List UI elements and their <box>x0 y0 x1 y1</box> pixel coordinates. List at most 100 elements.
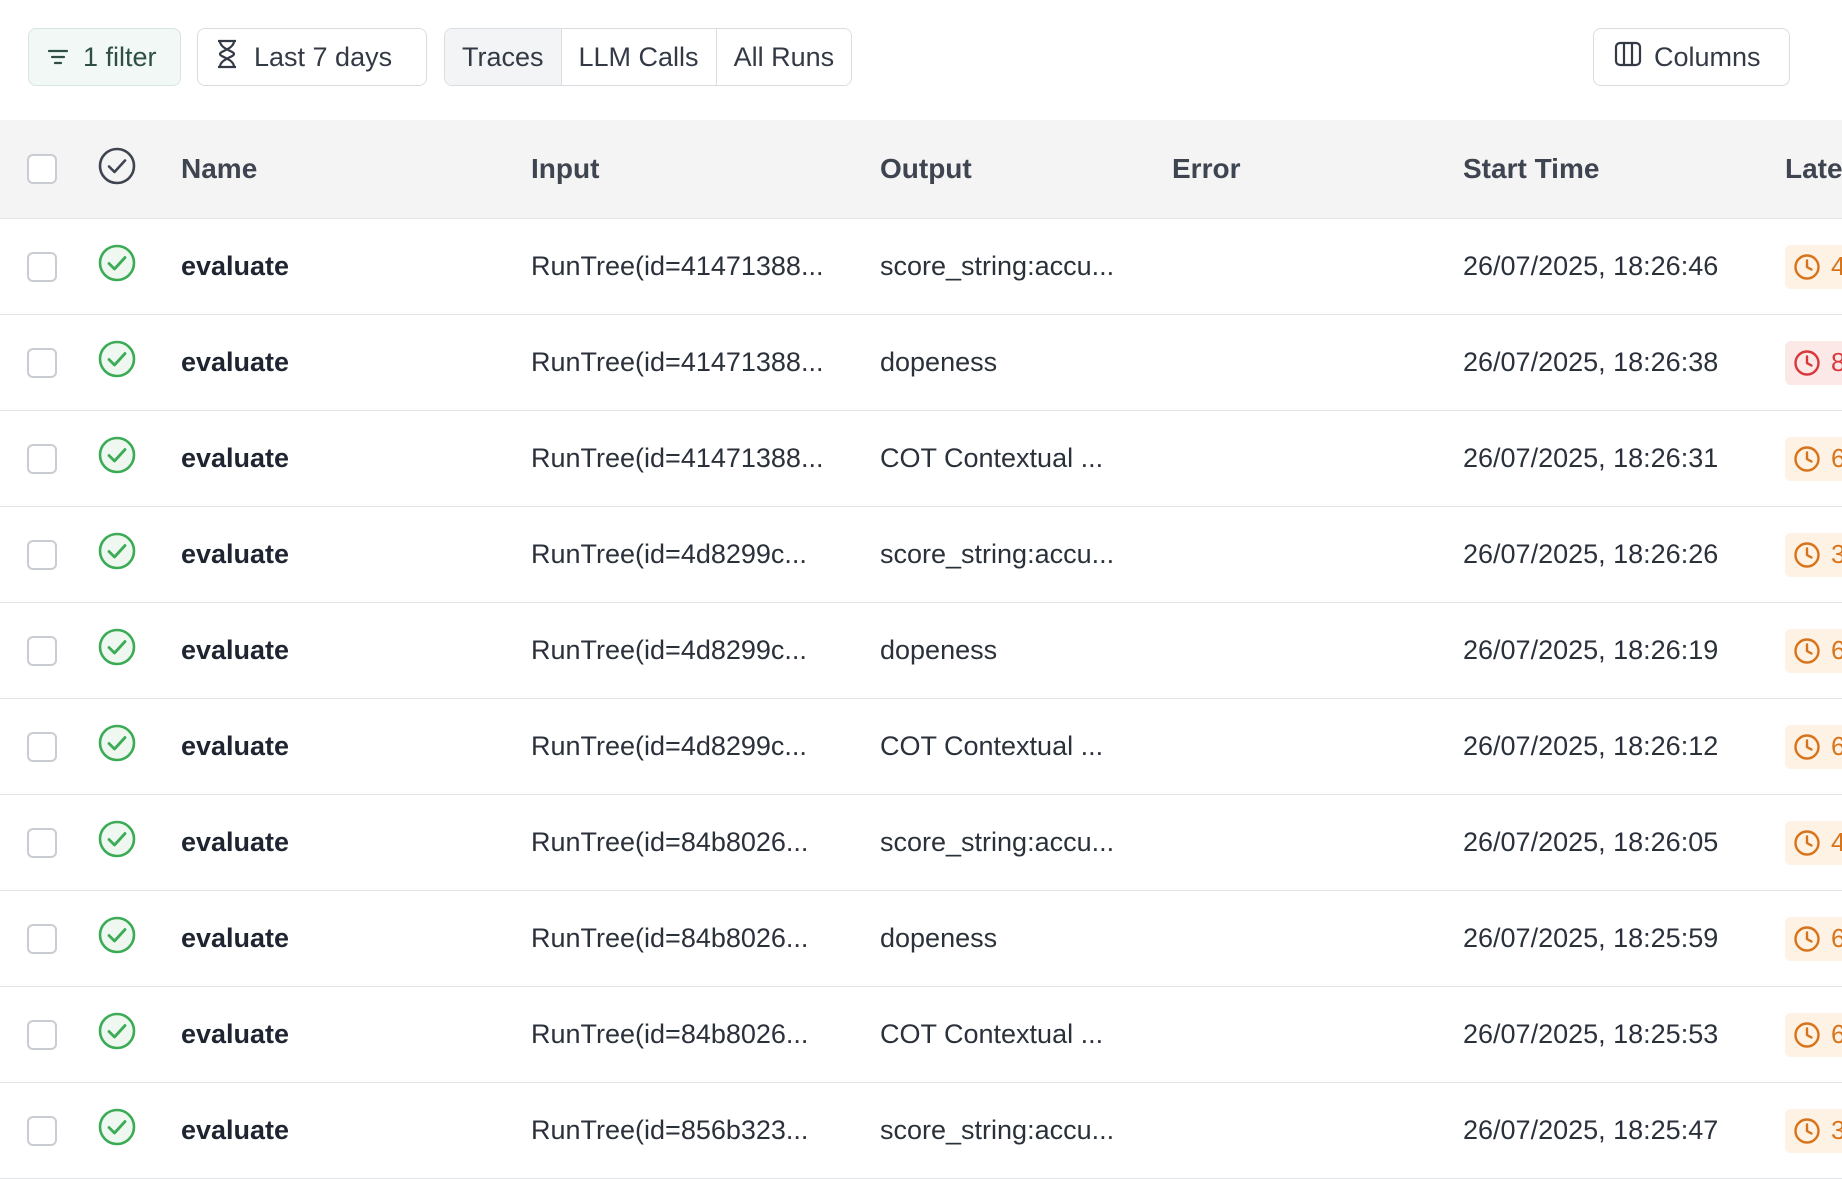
latency-value: 4 <box>1831 251 1842 281</box>
row-latency: 6 <box>1785 987 1842 1082</box>
table-row[interactable]: evaluate RunTree(id=856b323... score_strin… <box>0 1083 1842 1179</box>
row-name[interactable]: evaluate <box>181 987 289 1082</box>
row-output[interactable]: COT Contextual ... <box>880 411 1103 506</box>
row-input[interactable]: RunTree(id=41471388... <box>531 315 823 410</box>
view-tab-llm-calls[interactable]: LLM Calls <box>561 29 717 85</box>
row-input[interactable]: RunTree(id=84b8026... <box>531 987 808 1082</box>
clock-icon <box>1793 1117 1821 1145</box>
row-checkbox[interactable] <box>27 827 57 858</box>
filter-label: 1 filter <box>83 41 157 72</box>
table-row[interactable]: evaluate RunTree(id=4d8299c... score_strin… <box>0 507 1842 603</box>
columns-button[interactable]: Columns <box>1593 28 1790 86</box>
row-checkbox[interactable] <box>27 1019 57 1050</box>
table-row[interactable]: evaluate RunTree(id=84b8026... COT Context… <box>0 987 1842 1083</box>
filter-lines-icon <box>47 42 69 73</box>
clock-icon <box>1793 925 1821 953</box>
row-name[interactable]: evaluate <box>181 1083 289 1178</box>
row-checkbox[interactable] <box>27 347 57 378</box>
row-checkbox[interactable] <box>27 251 57 282</box>
row-input[interactable]: RunTree(id=4d8299c... <box>531 603 807 698</box>
row-latency: 6 <box>1785 603 1842 698</box>
time-range-label: Last 7 days <box>254 41 393 72</box>
row-name[interactable]: evaluate <box>181 795 289 890</box>
row-output[interactable]: score_string:accu... <box>880 507 1114 602</box>
row-output[interactable]: score_string:accu... <box>880 795 1114 890</box>
time-range-button[interactable]: Last 7 days <box>197 28 427 86</box>
row-latency: 3 <box>1785 1083 1842 1178</box>
row-name[interactable]: evaluate <box>181 603 289 698</box>
latency-badge: 6 <box>1785 724 1842 769</box>
row-name[interactable]: evaluate <box>181 315 289 410</box>
status-header <box>97 120 137 218</box>
row-output[interactable]: score_string:accu... <box>880 1083 1114 1178</box>
row-name[interactable]: evaluate <box>181 507 289 602</box>
latency-badge: 4 <box>1785 244 1842 289</box>
row-output[interactable]: score_string:accu... <box>880 219 1114 314</box>
latency-badge: 8 <box>1785 340 1842 385</box>
table-row[interactable]: evaluate RunTree(id=84b8026... score_strin… <box>0 795 1842 891</box>
row-name[interactable]: evaluate <box>181 699 289 794</box>
view-tab-traces[interactable]: Traces <box>445 29 562 85</box>
table-header: Name Input Output Error Start Time Late <box>0 120 1842 219</box>
row-checkbox[interactable] <box>27 443 57 474</box>
table-row[interactable]: evaluate RunTree(id=4d8299c... COT Context… <box>0 699 1842 795</box>
clock-icon <box>1793 637 1821 665</box>
row-latency: 3 <box>1785 507 1842 602</box>
header-latency[interactable]: Late <box>1785 120 1842 218</box>
row-input[interactable]: RunTree(id=4d8299c... <box>531 507 807 602</box>
row-input[interactable]: RunTree(id=41471388... <box>531 411 823 506</box>
success-check-circle-icon <box>97 243 137 290</box>
row-checkbox[interactable] <box>27 923 57 954</box>
latency-value: 6 <box>1831 443 1842 473</box>
latency-badge: 6 <box>1785 1012 1842 1057</box>
row-output[interactable]: dopeness <box>880 603 997 698</box>
header-output[interactable]: Output <box>880 120 972 218</box>
header-error[interactable]: Error <box>1172 120 1240 218</box>
filter-button[interactable]: 1 filter <box>28 28 181 86</box>
row-checkbox[interactable] <box>27 539 57 570</box>
header-name[interactable]: Name <box>181 120 257 218</box>
latency-badge: 6 <box>1785 436 1842 481</box>
row-name[interactable]: evaluate <box>181 891 289 986</box>
select-all-checkbox[interactable] <box>27 154 57 184</box>
row-output[interactable]: COT Contextual ... <box>880 699 1103 794</box>
row-latency: 6 <box>1785 411 1842 506</box>
row-status <box>97 603 137 698</box>
latency-value: 6 <box>1831 635 1842 665</box>
row-input[interactable]: RunTree(id=84b8026... <box>531 891 808 986</box>
header-input[interactable]: Input <box>531 120 599 218</box>
row-checkbox[interactable] <box>27 1115 57 1146</box>
row-latency: 6 <box>1785 699 1842 794</box>
row-checkbox[interactable] <box>27 731 57 762</box>
row-name[interactable]: evaluate <box>181 219 289 314</box>
row-output[interactable]: dopeness <box>880 891 997 986</box>
row-name[interactable]: evaluate <box>181 411 289 506</box>
success-check-circle-icon <box>97 1107 137 1154</box>
row-select-cell <box>27 987 57 1082</box>
row-output[interactable]: COT Contextual ... <box>880 987 1103 1082</box>
table-row[interactable]: evaluate RunTree(id=4d8299c... dopeness 26/… <box>0 603 1842 699</box>
table-row[interactable]: evaluate RunTree(id=41471388... dopeness 26… <box>0 315 1842 411</box>
table-row[interactable]: evaluate RunTree(id=84b8026... dopeness 26/… <box>0 891 1842 987</box>
header-start-time[interactable]: Start Time <box>1463 120 1599 218</box>
row-input[interactable]: RunTree(id=4d8299c... <box>531 699 807 794</box>
view-tab-all-runs[interactable]: All Runs <box>716 29 852 85</box>
latency-value: 6 <box>1831 731 1842 761</box>
table-row[interactable]: evaluate RunTree(id=41471388... COT Contex… <box>0 411 1842 507</box>
clock-icon <box>1793 829 1821 857</box>
latency-value: 8 <box>1831 347 1842 377</box>
columns-icon <box>1614 41 1642 74</box>
row-output[interactable]: dopeness <box>880 315 997 410</box>
row-input[interactable]: RunTree(id=84b8026... <box>531 795 808 890</box>
row-latency: 4 <box>1785 219 1842 314</box>
row-input[interactable]: RunTree(id=856b323... <box>531 1083 808 1178</box>
row-latency: 6 <box>1785 891 1842 986</box>
latency-value: 6 <box>1831 1019 1842 1049</box>
success-check-circle-icon <box>97 339 137 386</box>
row-status <box>97 315 137 410</box>
table-row[interactable]: evaluate RunTree(id=41471388... score_stri… <box>0 219 1842 315</box>
latency-value: 4 <box>1831 827 1842 857</box>
latency-badge: 6 <box>1785 628 1842 673</box>
row-checkbox[interactable] <box>27 635 57 666</box>
row-input[interactable]: RunTree(id=41471388... <box>531 219 823 314</box>
